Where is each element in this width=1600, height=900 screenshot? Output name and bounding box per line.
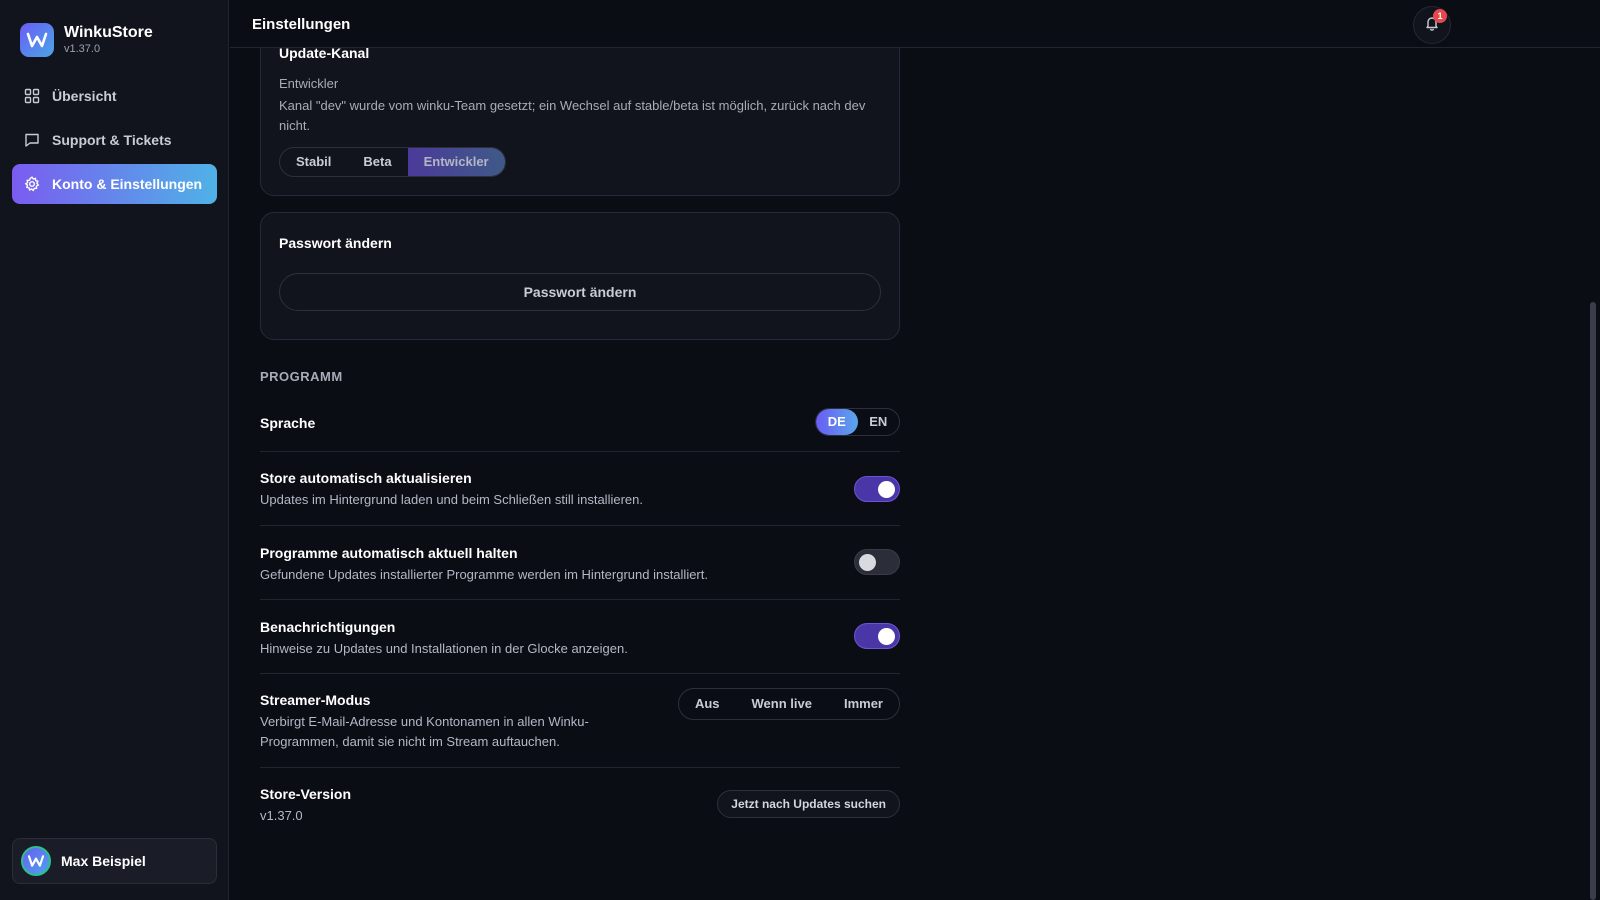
sidebar-nav: Übersicht Support & Tickets Konto & Eins… bbox=[12, 76, 217, 208]
notification-badge: 1 bbox=[1433, 9, 1447, 23]
app-logo-icon bbox=[20, 23, 54, 57]
notifications-description: Hinweise zu Updates und Installationen i… bbox=[260, 641, 628, 656]
auto-update-programs-title: Programme automatisch aktuell halten bbox=[260, 545, 518, 561]
auto-update-programs-row: Programme automatisch aktuell halten Gef… bbox=[260, 545, 900, 585]
header: Einstellungen 1 bbox=[230, 0, 1600, 48]
scrollbar[interactable] bbox=[1590, 302, 1596, 900]
sidebar-item-label: Übersicht bbox=[52, 88, 117, 104]
update-channel-selector: Stabil Beta Entwickler bbox=[279, 147, 506, 177]
check-updates-button[interactable]: Jetzt nach Updates suchen bbox=[717, 790, 900, 818]
avatar bbox=[21, 846, 51, 876]
streamer-option-when-live[interactable]: Wenn live bbox=[736, 689, 828, 719]
divider bbox=[260, 673, 900, 674]
auto-update-store-description: Updates im Hintergrund laden und beim Sc… bbox=[260, 492, 643, 507]
store-version-row: Store-Version v1.37.0 Jetzt nach Updates… bbox=[260, 786, 900, 826]
brand: WinkuStore v1.37.0 bbox=[20, 23, 153, 57]
language-selector: DE EN bbox=[815, 408, 900, 436]
sidebar-item-support[interactable]: Support & Tickets bbox=[12, 120, 217, 160]
auto-update-programs-description: Gefundene Updates installierter Programm… bbox=[260, 567, 708, 582]
sidebar-item-label: Konto & Einstellungen bbox=[52, 176, 203, 192]
channel-option-developer[interactable]: Entwickler bbox=[407, 148, 505, 176]
notifications-row: Benachrichtigungen Hinweise zu Updates u… bbox=[260, 619, 900, 659]
divider bbox=[260, 599, 900, 600]
change-password-button[interactable]: Passwort ändern bbox=[279, 273, 881, 311]
page-title: Einstellungen bbox=[252, 16, 351, 33]
divider bbox=[260, 451, 900, 452]
auto-update-store-row: Store automatisch aktualisieren Updates … bbox=[260, 470, 900, 510]
sidebar: WinkuStore v1.37.0 Übersicht Support & T… bbox=[0, 0, 229, 900]
notifications-toggle[interactable] bbox=[854, 623, 900, 649]
update-channel-current: Entwickler bbox=[279, 76, 339, 91]
user-name: Max Beispiel bbox=[61, 853, 146, 869]
password-card-title: Passwort ändern bbox=[279, 235, 392, 251]
notifications-button[interactable]: 1 bbox=[1413, 6, 1451, 44]
language-option-en[interactable]: EN bbox=[858, 409, 900, 435]
streamer-option-always[interactable]: Immer bbox=[828, 689, 899, 719]
auto-update-store-title: Store automatisch aktualisieren bbox=[260, 470, 472, 486]
section-label-program: PROGRAMM bbox=[260, 369, 343, 384]
grid-icon bbox=[24, 88, 40, 104]
language-title: Sprache bbox=[260, 415, 316, 431]
app-version: v1.37.0 bbox=[64, 43, 101, 55]
notifications-title: Benachrichtigungen bbox=[260, 619, 396, 635]
streamer-mode-selector: Aus Wenn live Immer bbox=[677, 688, 900, 720]
gear-icon bbox=[24, 176, 40, 192]
streamer-mode-description-line2: Programmen, damit sie nicht im Stream au… bbox=[260, 734, 560, 749]
streamer-option-off[interactable]: Aus bbox=[679, 689, 736, 719]
divider bbox=[260, 767, 900, 768]
auto-update-store-toggle[interactable] bbox=[854, 476, 900, 502]
chat-icon bbox=[24, 132, 40, 148]
auto-update-programs-toggle[interactable] bbox=[854, 549, 900, 575]
sidebar-item-label: Support & Tickets bbox=[52, 132, 172, 148]
channel-option-stable[interactable]: Stabil bbox=[280, 148, 347, 176]
sidebar-item-account-settings[interactable]: Konto & Einstellungen bbox=[12, 164, 217, 204]
channel-option-beta[interactable]: Beta bbox=[347, 148, 407, 176]
divider bbox=[260, 525, 900, 526]
streamer-mode-row: Streamer-Modus Verbirgt E-Mail-Adresse u… bbox=[260, 688, 900, 752]
password-card: Passwort ändern Passwort ändern bbox=[260, 212, 900, 340]
sidebar-item-overview[interactable]: Übersicht bbox=[12, 76, 217, 116]
language-row: Sprache DE EN bbox=[260, 408, 900, 436]
update-channel-description: Kanal "dev" wurde vom winku-Team gesetzt… bbox=[279, 98, 866, 133]
app-name: WinkuStore bbox=[64, 24, 153, 41]
user-card[interactable]: Max Beispiel bbox=[12, 838, 217, 884]
language-option-de[interactable]: DE bbox=[816, 409, 858, 435]
